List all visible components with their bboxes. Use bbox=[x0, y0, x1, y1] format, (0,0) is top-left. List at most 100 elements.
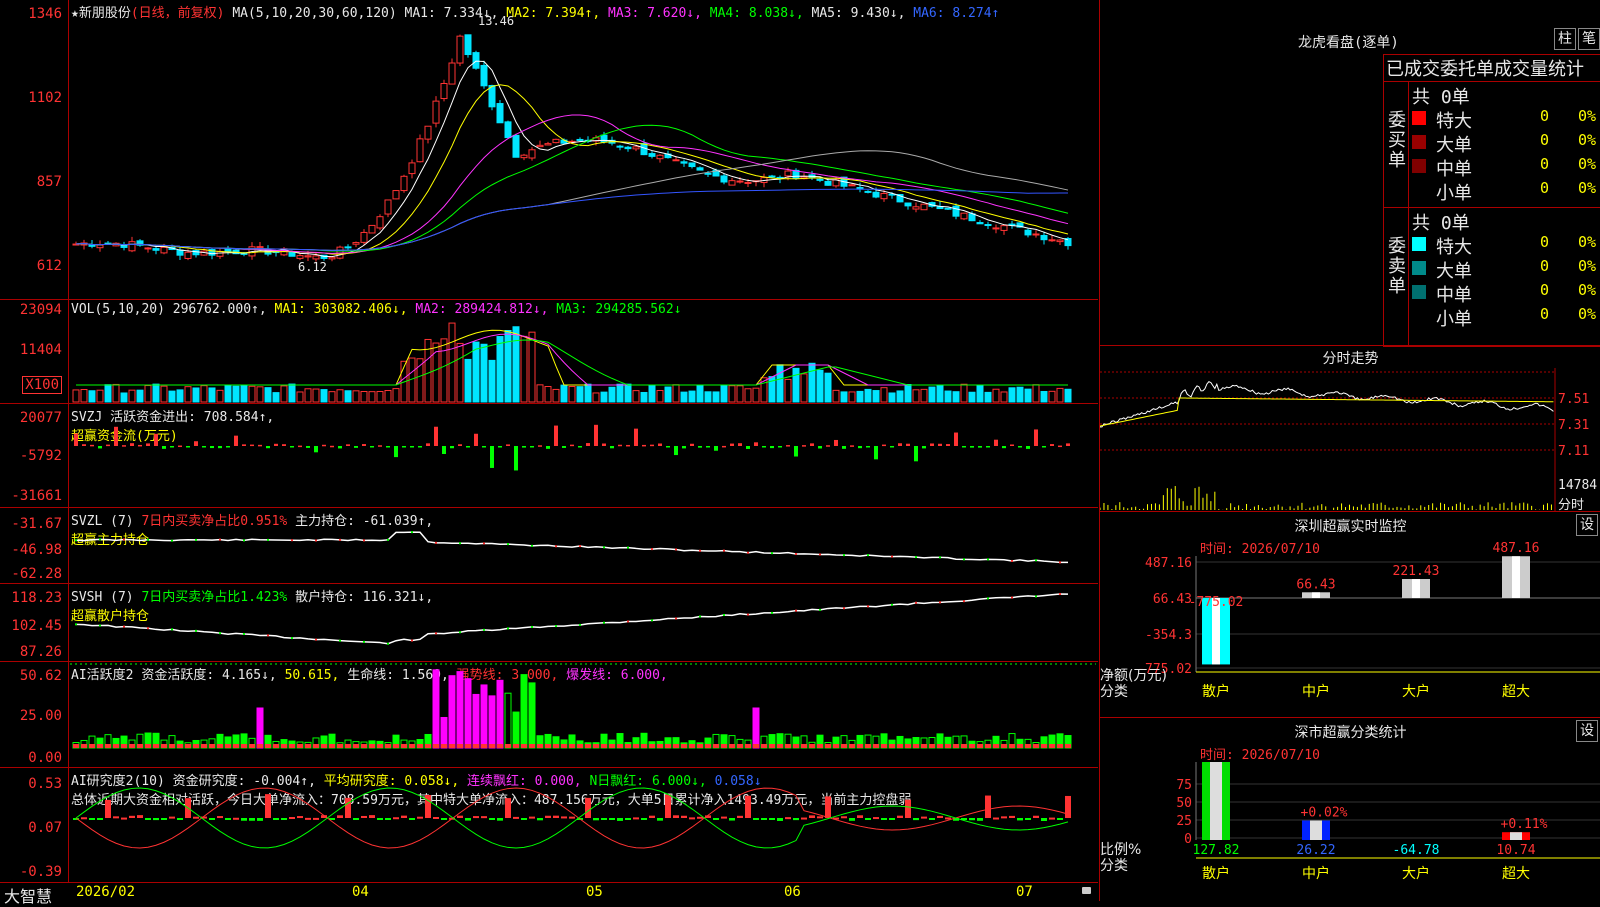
research-bar bbox=[745, 795, 751, 818]
dt-row: 大单 0 0% bbox=[1412, 131, 1600, 156]
szc-ratio-label: 比例% bbox=[1100, 842, 1141, 858]
dt-row: 特大 0 0% bbox=[1412, 233, 1600, 258]
activity-base bbox=[969, 744, 975, 748]
activity-base bbox=[193, 744, 199, 748]
volume-bar bbox=[584, 383, 592, 403]
volume-bar bbox=[72, 389, 80, 403]
szc-cat-label: 分类 bbox=[1100, 858, 1128, 874]
svsh-chart[interactable] bbox=[0, 584, 1098, 662]
sz-value-label: 221.43 bbox=[1393, 564, 1440, 579]
svzj-bar bbox=[810, 443, 814, 446]
volume-chart[interactable] bbox=[0, 300, 1098, 404]
tick-mode-button[interactable]: 笔 bbox=[1578, 28, 1600, 50]
svzj-bar bbox=[946, 444, 950, 446]
candle-body bbox=[736, 180, 744, 183]
activity-base bbox=[649, 744, 655, 748]
svzl-chart[interactable] bbox=[0, 508, 1098, 584]
dt-row-name: 大单 bbox=[1436, 261, 1472, 282]
svzj-bar bbox=[330, 445, 334, 448]
ma-line bbox=[75, 150, 1069, 251]
buy-total: 共 0单 bbox=[1412, 87, 1470, 108]
research-bar bbox=[209, 818, 215, 820]
research-bar bbox=[265, 794, 271, 818]
indicator-dot bbox=[651, 548, 653, 551]
candle-body bbox=[424, 125, 432, 140]
dt-row-name: 小单 bbox=[1436, 309, 1472, 330]
svzj-bar bbox=[322, 444, 326, 447]
research-bar bbox=[1049, 817, 1055, 820]
indicator-dot bbox=[795, 553, 797, 556]
svzj-bar bbox=[658, 443, 662, 446]
candle-body bbox=[216, 250, 224, 257]
svzj-bar bbox=[1042, 446, 1046, 448]
svsh-pane[interactable]: 118.23 102.45 87.26 SVSH (7) 7日内买卖净占比1.4… bbox=[0, 583, 1098, 662]
svzj-bar bbox=[858, 446, 862, 449]
ai-research-chart[interactable] bbox=[0, 768, 1098, 883]
dt-row-count: 0 bbox=[1540, 233, 1550, 251]
research-bar bbox=[177, 818, 183, 820]
indicator-dot bbox=[387, 642, 389, 645]
volume-bar bbox=[696, 385, 704, 403]
volume-bar bbox=[960, 383, 968, 403]
candle-body bbox=[456, 35, 464, 64]
svzl-pane[interactable]: -31.67 -46.98 -62.28 SVZL (7) 7日内买卖净占比0.… bbox=[0, 507, 1098, 584]
activity-base bbox=[889, 744, 895, 748]
bar-mode-button[interactable]: 柱 bbox=[1554, 28, 1576, 50]
research-bar bbox=[1041, 818, 1047, 821]
activity-base bbox=[1025, 744, 1031, 748]
research-bar bbox=[105, 799, 111, 818]
intraday-panel[interactable]: 分时走势 7.51 7.31 7.11 14784 分时 bbox=[1099, 345, 1600, 513]
szc-category-label: 超大 bbox=[1502, 866, 1530, 882]
research-bar bbox=[129, 815, 135, 818]
indicator-dot bbox=[891, 555, 893, 558]
indicator-dot bbox=[771, 552, 773, 555]
sz-category-label: 散户 bbox=[1202, 683, 1230, 700]
volume-bar bbox=[1048, 390, 1056, 403]
activity-base bbox=[545, 744, 551, 748]
ai-active-chart[interactable] bbox=[0, 662, 1098, 768]
volume-bar bbox=[720, 384, 728, 403]
research-bar bbox=[697, 816, 703, 819]
volume-pane[interactable]: 23094 11404 X100 VOL(5,10,20) 296762.000… bbox=[0, 299, 1098, 404]
indicator-dot bbox=[291, 539, 293, 542]
candle-body bbox=[352, 242, 360, 245]
lock-icon[interactable] bbox=[1082, 887, 1091, 894]
svzj-chart[interactable] bbox=[0, 404, 1098, 508]
activity-base bbox=[817, 744, 823, 748]
activity-base bbox=[329, 744, 335, 748]
volume-bar bbox=[632, 390, 640, 403]
candle-body bbox=[680, 161, 688, 164]
volume-bar bbox=[184, 386, 192, 403]
sz-y-tick: -354.3 bbox=[1145, 628, 1192, 643]
svzj-bar bbox=[186, 446, 190, 448]
volume-bar bbox=[680, 391, 688, 403]
volume-bar bbox=[864, 388, 872, 403]
research-bar bbox=[561, 816, 567, 819]
dt-row: 特大 0 0% bbox=[1412, 107, 1600, 132]
svzj-bar bbox=[1026, 446, 1030, 449]
candle-body bbox=[904, 202, 912, 207]
candle-body bbox=[176, 249, 184, 256]
ai-research-pane[interactable]: 0.53 0.07 -0.39 AI研究度2(10) 资金研究度: -0.004… bbox=[0, 767, 1098, 883]
activity-base bbox=[73, 744, 79, 748]
activity-bar bbox=[440, 716, 448, 749]
activity-base bbox=[449, 744, 455, 748]
research-bar bbox=[81, 817, 87, 820]
buy-side-label: 委买单 bbox=[1388, 110, 1406, 171]
candle-body bbox=[544, 143, 552, 146]
candle-body bbox=[960, 212, 968, 220]
activity-base bbox=[121, 744, 127, 748]
candle-body bbox=[880, 192, 888, 200]
kline-pane[interactable]: 1346 1102 857 612 ★新朋股份(日线，前复权) MA(5,10,… bbox=[0, 0, 1098, 300]
activity-base bbox=[993, 744, 999, 748]
svzj-pane[interactable]: 20077 -5792 -31661 SVZJ 活跃资金进出: 708.584↑… bbox=[0, 403, 1098, 508]
candle-body bbox=[360, 231, 368, 243]
svzj-bar bbox=[1066, 443, 1070, 446]
ai-active-pane[interactable]: 50.62 25.00 0.00 AI活跃度2 资金活跃度: 4.165↓, 5… bbox=[0, 661, 1098, 768]
research-bar bbox=[817, 816, 823, 819]
indicator-dot bbox=[387, 538, 389, 541]
indicator-dot bbox=[603, 546, 605, 549]
kline-chart[interactable] bbox=[0, 0, 1098, 300]
szc-category-label: 散户 bbox=[1202, 865, 1230, 882]
intraday-chart[interactable] bbox=[1100, 346, 1600, 512]
